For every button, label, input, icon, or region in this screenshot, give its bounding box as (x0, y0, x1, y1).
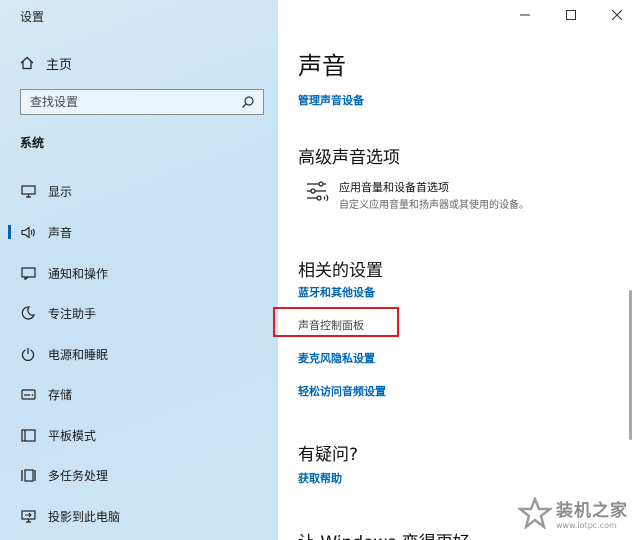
home-label: 主页 (46, 57, 73, 73)
search-input[interactable] (21, 90, 236, 114)
window-controls (502, 0, 640, 30)
sidebar-item-notifications[interactable]: 通知和操作 (0, 256, 278, 290)
sidebar-item-tablet[interactable]: 平板模式 (0, 418, 278, 452)
app-title: 设置 (20, 10, 45, 24)
app-volume-title: 应用音量和设备首选项 (339, 181, 449, 194)
home-icon (20, 56, 34, 70)
sidebar-item-storage[interactable]: 存储 (0, 377, 278, 411)
bluetooth-devices-link[interactable]: 蓝牙和其他设备 (298, 284, 375, 300)
moon-icon (20, 305, 36, 321)
questions-heading: 有疑问? (298, 445, 359, 465)
watermark-text: 装机之家 (556, 501, 628, 521)
section-label-system: 系统 (20, 136, 45, 150)
sidebar-item-label: 存储 (48, 387, 73, 402)
storage-icon (20, 386, 36, 402)
ease-of-access-audio-link[interactable]: 轻松访问音频设置 (298, 383, 386, 399)
sidebar-item-sound[interactable]: 声音 (0, 215, 278, 249)
sidebar-item-label: 投影到此电脑 (48, 509, 121, 524)
sidebar-item-power[interactable]: 电源和睡眠 (0, 337, 278, 371)
microphone-privacy-link[interactable]: 麦克风隐私设置 (298, 350, 375, 366)
sidebar-item-focus-assist[interactable]: 专注助手 (0, 296, 278, 330)
page-title: 声音 (298, 52, 346, 80)
app-volume-preferences-item[interactable]: 应用音量和设备首选项 自定义应用音量和扬声器或其使用的设备。 (306, 178, 626, 214)
sidebar-item-project[interactable]: 投影到此电脑 (0, 499, 278, 533)
star-logo-icon (518, 497, 552, 529)
related-settings-heading: 相关的设置 (298, 261, 383, 281)
multitask-icon (20, 467, 36, 483)
close-button[interactable] (594, 0, 640, 30)
app-volume-description: 自定义应用音量和扬声器或其使用的设备。 (339, 200, 529, 211)
home-nav-item[interactable]: 主页 (20, 53, 72, 73)
sidebar-item-label: 平板模式 (48, 428, 97, 443)
speaker-icon (20, 224, 36, 240)
feedback-heading-partial: 让 Windows 变得更好 (298, 528, 470, 540)
maximize-button[interactable] (548, 0, 594, 30)
project-icon (20, 508, 36, 524)
main-content: 声音 管理声音设备 高级声音选项 应用音量和设备首选项 自定义应用音量和扬声器或… (273, 0, 640, 540)
search-icon[interactable] (241, 95, 255, 109)
scrollbar[interactable] (629, 290, 632, 440)
close-icon (612, 10, 622, 20)
sidebar-item-display[interactable]: 显示 (0, 174, 278, 208)
tablet-icon (20, 427, 36, 443)
watermark: 装机之家 www.lotpc.com (518, 496, 628, 530)
sidebar-item-label: 专注助手 (48, 306, 97, 321)
sidebar-item-label: 声音 (48, 225, 73, 240)
sidebar-item-label: 电源和睡眠 (48, 347, 109, 362)
power-icon (20, 346, 36, 362)
sidebar-item-multitasking[interactable]: 多任务处理 (0, 458, 278, 492)
get-help-link[interactable]: 获取帮助 (298, 470, 342, 486)
advanced-sound-heading: 高级声音选项 (298, 148, 400, 168)
sidebar-item-label: 显示 (48, 184, 73, 199)
sidebar-item-label: 通知和操作 (48, 266, 109, 281)
sound-control-panel-link[interactable]: 声音控制面板 (298, 317, 364, 333)
mixer-sliders-icon (307, 181, 329, 202)
sidebar-item-label: 多任务处理 (48, 468, 109, 483)
minimize-icon (520, 14, 530, 16)
minimize-button[interactable] (502, 0, 548, 30)
maximize-icon (566, 10, 576, 20)
monitor-icon (20, 183, 36, 199)
sidebar: 设置 主页 系统 显示 声音 通知和操作 专注助手 电源和睡眠 存储 平板模式 … (0, 0, 278, 540)
manage-sound-devices-link[interactable]: 管理声音设备 (298, 92, 364, 108)
notification-icon (20, 265, 36, 281)
watermark-url: www.lotpc.com (556, 521, 617, 530)
search-box[interactable] (20, 89, 264, 115)
